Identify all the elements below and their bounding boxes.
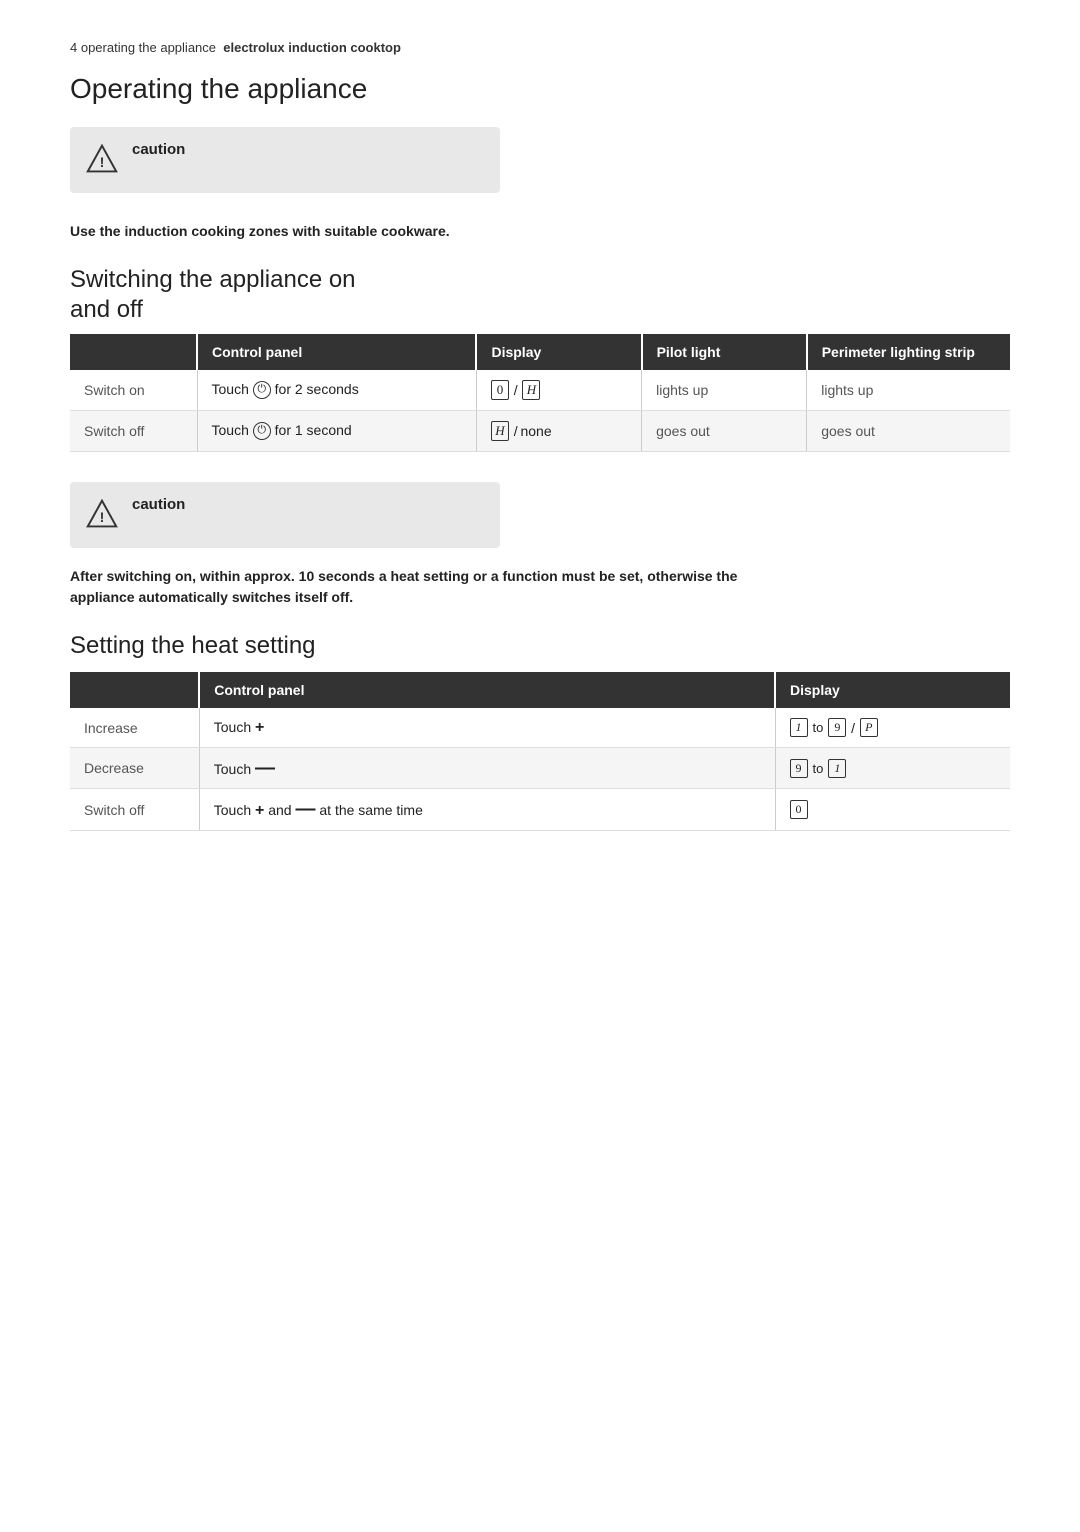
section3-title: Setting the heat setting: [70, 632, 1010, 660]
increase-display: 1 to 9 / P: [775, 708, 1010, 747]
table2-header-2: Display: [775, 672, 1010, 708]
plus-icon-2: +: [255, 802, 264, 819]
svg-text:!: !: [100, 155, 105, 171]
minus-icon: —: [255, 757, 275, 779]
sym-box-0c: 0: [790, 800, 808, 819]
increase-control: Touch +: [199, 708, 775, 747]
decrease-display: 9 to 1: [775, 748, 1010, 789]
switch-on-perimeter: lights up: [807, 370, 1010, 411]
power-icon-1: ⏻: [253, 381, 271, 399]
page-number: 4 operating the appliance: [70, 40, 216, 55]
sym-box-9b: 9: [790, 759, 808, 778]
increase-label: Increase: [70, 708, 199, 747]
section2-subtitle: and off: [70, 296, 1010, 324]
display-symbol-1: 0 / H: [491, 380, 541, 400]
caution1-text: Use the induction cooking zones with sui…: [70, 221, 870, 242]
svg-text:!: !: [100, 510, 105, 526]
table1-header-1: Control panel: [197, 334, 476, 370]
slash-none: / none: [511, 423, 552, 439]
switch-on-display: 0 / H: [476, 370, 641, 411]
switch-off-display: H / none: [476, 411, 641, 452]
plus-icon: +: [255, 719, 264, 736]
switch-off-pilot: goes out: [642, 411, 807, 452]
page-number-bold: electrolux induction cooktop: [223, 40, 401, 55]
sym-box-H2: H: [491, 421, 509, 441]
heat-switchoff-display: 0: [775, 789, 1010, 831]
caution2-label: caution: [132, 496, 185, 513]
table-row: Increase Touch + 1 to 9 / P: [70, 708, 1010, 747]
table-row: Switch off Touch + and — at the same tim…: [70, 789, 1010, 831]
table1-header-4: Perimeter lighting strip: [807, 334, 1010, 370]
section2-title: Switching the appliance on: [70, 266, 1010, 294]
caution-icon-2: !: [86, 498, 118, 534]
switch-off-control: Touch ⏻ for 1 second: [197, 411, 476, 452]
power-icon-2: ⏻: [253, 422, 271, 440]
switch-on-label: Switch on: [70, 370, 197, 411]
decrease-label: Decrease: [70, 748, 199, 789]
switch-off-perimeter: goes out: [807, 411, 1010, 452]
table1-header-0: [70, 334, 197, 370]
heat-switchoff-control: Touch + and — at the same time: [199, 789, 775, 831]
page-number-line: 4 operating the appliance electrolux ind…: [70, 40, 1010, 55]
table-row: Switch on Touch ⏻ for 2 seconds 0 / H li…: [70, 370, 1010, 411]
table-row: Switch off Touch ⏻ for 1 second H / none…: [70, 411, 1010, 452]
display-switchoff: 0: [790, 800, 808, 819]
to-label-1: to: [813, 720, 824, 735]
display-increase: 1 to 9 / P: [790, 718, 878, 737]
display-symbol-2: H / none: [491, 421, 552, 441]
caution-icon-1: !: [86, 143, 118, 179]
table2-header-1: Control panel: [199, 672, 775, 708]
table2-header-0: [70, 672, 199, 708]
sym-box-H1: H: [522, 380, 540, 400]
caution1-label: caution: [132, 141, 185, 158]
sym-box-P: P: [860, 718, 878, 737]
section1-title: Operating the appliance: [70, 73, 1010, 105]
switch-on-control: Touch ⏻ for 2 seconds: [197, 370, 476, 411]
heat-switchoff-label: Switch off: [70, 789, 199, 831]
slash-P: /: [848, 720, 858, 736]
table1-header-3: Pilot light: [642, 334, 807, 370]
decrease-control: Touch —: [199, 748, 775, 789]
sym-box-9: 9: [828, 718, 846, 737]
caution-box-2: ! caution: [70, 482, 500, 548]
switch-off-label: Switch off: [70, 411, 197, 452]
caution-box-1: ! caution: [70, 127, 500, 193]
table-row: Decrease Touch — 9 to 1: [70, 748, 1010, 789]
sym-box-1: 1: [790, 718, 808, 737]
minus-icon-2: —: [295, 798, 315, 820]
table1-header-2: Display: [476, 334, 641, 370]
slash-sep: /: [511, 382, 521, 398]
display-decrease: 9 to 1: [790, 759, 847, 778]
caution2-text: After switching on, within approx. 10 se…: [70, 566, 750, 608]
sym-box-0b: 1: [828, 759, 846, 778]
switch-table: Control panel Display Pilot light Perime…: [70, 334, 1010, 452]
switch-on-pilot: lights up: [642, 370, 807, 411]
to-label-2: to: [813, 761, 824, 776]
heat-table: Control panel Display Increase Touch + 1…: [70, 672, 1010, 831]
sym-box-0: 0: [491, 380, 509, 400]
